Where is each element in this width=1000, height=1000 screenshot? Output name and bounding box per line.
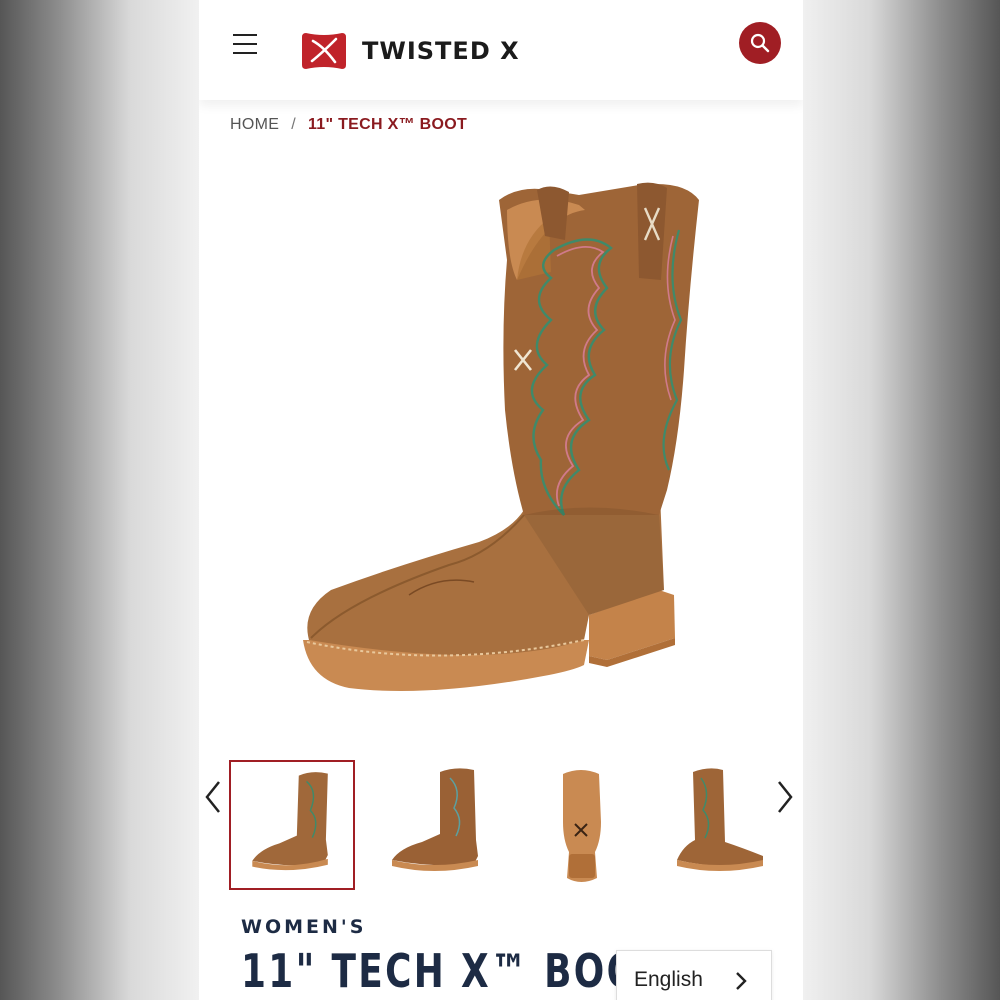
chevron-left-icon[interactable] xyxy=(203,780,223,814)
thumbnail-carousel xyxy=(199,760,803,895)
product-category: WOMEN'S xyxy=(241,916,367,938)
brand-logo[interactable]: TWISTED X xyxy=(300,30,520,72)
chevron-right-icon[interactable] xyxy=(775,780,795,814)
thumbnail-side-view[interactable] xyxy=(229,760,355,890)
site-header: TWISTED X xyxy=(199,0,803,100)
hamburger-menu-icon[interactable] xyxy=(233,34,257,54)
brand-name: TWISTED X xyxy=(362,37,520,65)
language-selector[interactable]: English xyxy=(616,950,772,1000)
thumbnail-back-side-view[interactable] xyxy=(659,760,785,890)
thumbnail-image xyxy=(252,772,328,871)
thumbnail-image xyxy=(563,770,601,882)
breadcrumb: HOME / 11" TECH X™ BOOT xyxy=(230,116,467,134)
product-title: 11" TECH X™ BOOT xyxy=(241,944,667,998)
thumbnail-outer-side-view[interactable] xyxy=(374,760,500,890)
language-label: English xyxy=(634,968,703,991)
thumbnail-sole-view[interactable] xyxy=(519,760,645,890)
twisted-x-logo-icon xyxy=(302,33,346,69)
search-button[interactable] xyxy=(739,22,781,64)
thumbnail-image xyxy=(392,768,478,871)
search-icon xyxy=(750,33,770,53)
breadcrumb-current: 11" TECH X™ BOOT xyxy=(307,116,468,133)
breadcrumb-separator: / xyxy=(291,116,296,133)
chevron-right-icon xyxy=(736,972,747,990)
product-main-image[interactable] xyxy=(289,170,719,730)
breadcrumb-home-link[interactable]: HOME xyxy=(230,116,279,134)
thumbnail-image xyxy=(677,768,763,871)
mobile-page: TWISTED X HOME / 11" TECH X™ BOOT WOMEN'… xyxy=(199,0,803,1000)
